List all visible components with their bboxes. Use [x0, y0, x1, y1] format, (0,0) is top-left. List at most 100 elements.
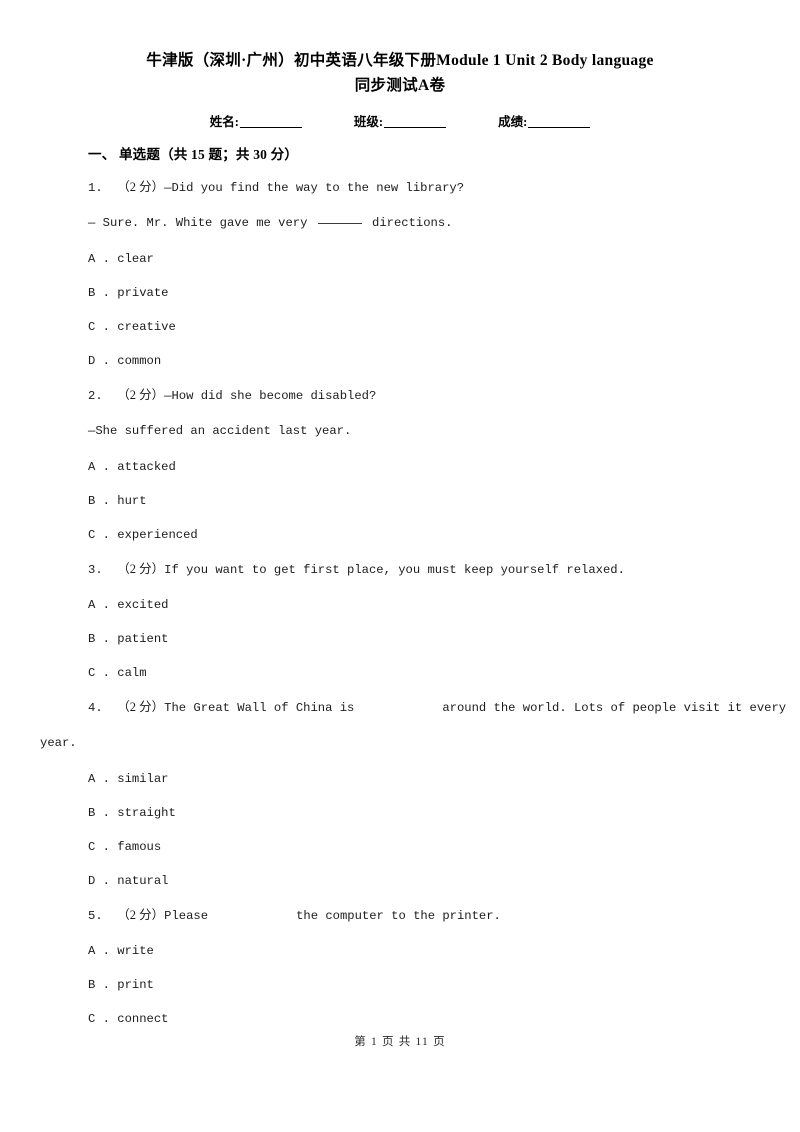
question-1-points: （2 分）	[117, 180, 165, 194]
question-2-number: 2.	[88, 389, 103, 403]
questions-container: 1. （2 分）—Did you find the way to the new…	[40, 178, 786, 1044]
option-text: connect	[117, 1012, 169, 1026]
option-letter: A .	[88, 944, 110, 958]
option-letter: B .	[88, 978, 110, 992]
option-letter: C .	[88, 840, 110, 854]
option-letter: C .	[88, 1012, 110, 1026]
question-2-stem-text: —How did she become disabled?	[164, 389, 377, 403]
question-5-option-a[interactable]: A . write	[88, 942, 758, 976]
option-letter: D .	[88, 874, 110, 888]
option-text: clear	[117, 252, 154, 266]
option-text: write	[117, 944, 154, 958]
question-2-stem-line-1: 2. （2 分）—How did she become disabled?	[88, 386, 758, 422]
question-1-option-a[interactable]: A . clear	[88, 250, 758, 284]
option-text: experienced	[117, 528, 198, 542]
question-5-number: 5.	[88, 909, 103, 923]
question-4-option-c[interactable]: C . famous	[88, 838, 758, 872]
question-item-5: 5. （2 分）Please the computer to the printe…	[88, 906, 758, 1044]
option-text: straight	[117, 806, 176, 820]
question-5-stem-post: the computer to the printer.	[296, 909, 501, 923]
score-label: 成绩:	[498, 115, 528, 129]
option-letter: A .	[88, 252, 110, 266]
question-2-stem-line-2: —She suffered an accident last year.	[88, 424, 352, 438]
question-3-option-a[interactable]: A . excited	[88, 596, 758, 630]
option-text: creative	[117, 320, 176, 334]
score-field[interactable]: 成绩:	[498, 111, 591, 130]
class-field[interactable]: 班级:	[353, 111, 447, 130]
option-letter: D .	[88, 354, 110, 368]
question-1-stem-text: —Did you find the way to the new library…	[164, 181, 465, 195]
question-item-4: 4. （2 分）The Great Wall of China is around…	[40, 698, 786, 906]
question-item-3: 3. （2 分）If you want to get first place, …	[88, 560, 758, 698]
question-5-option-b[interactable]: B . print	[88, 976, 758, 1010]
question-1-number: 1.	[88, 181, 103, 195]
option-letter: B .	[88, 494, 110, 508]
question-1-stem-post: directions.	[364, 216, 453, 230]
option-letter: A .	[88, 598, 110, 612]
question-3-stem-line-1: 3. （2 分）If you want to get first place, …	[88, 560, 758, 596]
question-item-1: 1. （2 分）—Did you find the way to the new…	[88, 178, 758, 386]
question-4-stem-wrap: year.	[40, 736, 77, 750]
option-text: calm	[117, 666, 147, 680]
question-2-option-c[interactable]: C . experienced	[88, 526, 758, 560]
page-title-line-1: 牛津版（深圳·广州）初中英语八年级下册Module 1 Unit 2 Body …	[146, 52, 654, 69]
option-text: famous	[117, 840, 162, 854]
question-4-points: （2 分）	[117, 700, 165, 714]
option-letter: C .	[88, 666, 110, 680]
question-5-stem-line-1: 5. （2 分）Please the computer to the printe…	[88, 906, 758, 942]
student-identity-row: 姓名: 班级: 成绩:	[50, 111, 750, 130]
question-3-stem-text: If you want to get first place, you must…	[164, 563, 625, 577]
option-text: excited	[117, 598, 169, 612]
question-5-points: （2 分）	[117, 908, 165, 922]
question-1-stem-pre: — Sure. Mr. White gave me very	[88, 216, 315, 230]
option-text: attacked	[117, 460, 176, 474]
section-heading-multiple-choice: 一、 单选题（共 15 题；共 30 分）	[88, 147, 299, 162]
question-4-number: 4.	[88, 701, 103, 715]
question-2-option-a[interactable]: A . attacked	[88, 458, 758, 492]
question-3-number: 3.	[88, 563, 103, 577]
page-title: 牛津版（深圳·广州）初中英语八年级下册Module 1 Unit 2 Body …	[50, 48, 750, 98]
question-item-2: 2. （2 分）—How did she become disabled? —S…	[88, 386, 758, 560]
option-letter: B .	[88, 806, 110, 820]
option-letter: B .	[88, 286, 110, 300]
class-label: 班级:	[353, 115, 384, 129]
question-4-option-d[interactable]: D . natural	[88, 872, 758, 906]
option-text: private	[117, 286, 169, 300]
name-field[interactable]: 姓名:	[210, 111, 302, 130]
score-blank[interactable]	[528, 127, 591, 128]
question-1-option-b[interactable]: B . private	[88, 284, 758, 318]
question-4-stem-post: around the world. Lots of people visit i…	[442, 701, 787, 715]
page-title-line-2: 同步测试A卷	[354, 77, 446, 94]
question-2-points: （2 分）	[117, 388, 165, 402]
question-4-option-a[interactable]: A . similar	[88, 770, 758, 804]
question-1-stem-line-2: — Sure. Mr. White gave me very direction…	[88, 214, 758, 250]
option-letter: C .	[88, 528, 110, 542]
question-3-points: （2 分）	[117, 562, 165, 576]
option-letter: A .	[88, 772, 110, 786]
question-1-option-c[interactable]: C . creative	[88, 318, 758, 352]
option-text: common	[117, 354, 162, 368]
document-page: 牛津版（深圳·广州）初中英语八年级下册Module 1 Unit 2 Body …	[0, 0, 800, 1132]
page-footer: 第 1 页 共 11 页	[354, 1036, 446, 1048]
question-1-answer-blank[interactable]	[317, 223, 362, 224]
question-4-stem-line-1: 4. （2 分）The Great Wall of China is around…	[88, 698, 786, 734]
option-text: print	[117, 978, 154, 992]
question-3-option-b[interactable]: B . patient	[88, 630, 758, 664]
option-text: natural	[117, 874, 169, 888]
name-label: 姓名:	[209, 115, 239, 129]
question-3-option-c[interactable]: C . calm	[88, 664, 758, 698]
question-2-option-b[interactable]: B . hurt	[88, 492, 758, 526]
question-5-stem-pre: Please	[164, 909, 209, 923]
name-blank[interactable]	[239, 127, 302, 128]
class-blank[interactable]	[384, 127, 447, 128]
question-1-stem-line-1: 1. （2 分）—Did you find the way to the new…	[88, 178, 758, 214]
question-4-stem-pre: The Great Wall of China is	[164, 701, 355, 715]
option-letter: A .	[88, 460, 110, 474]
question-4-option-b[interactable]: B . straight	[88, 804, 758, 838]
option-text: similar	[117, 772, 169, 786]
option-text: hurt	[117, 494, 147, 508]
option-letter: B .	[88, 632, 110, 646]
option-letter: C .	[88, 320, 110, 334]
option-text: patient	[117, 632, 169, 646]
question-1-option-d[interactable]: D . common	[88, 352, 758, 386]
